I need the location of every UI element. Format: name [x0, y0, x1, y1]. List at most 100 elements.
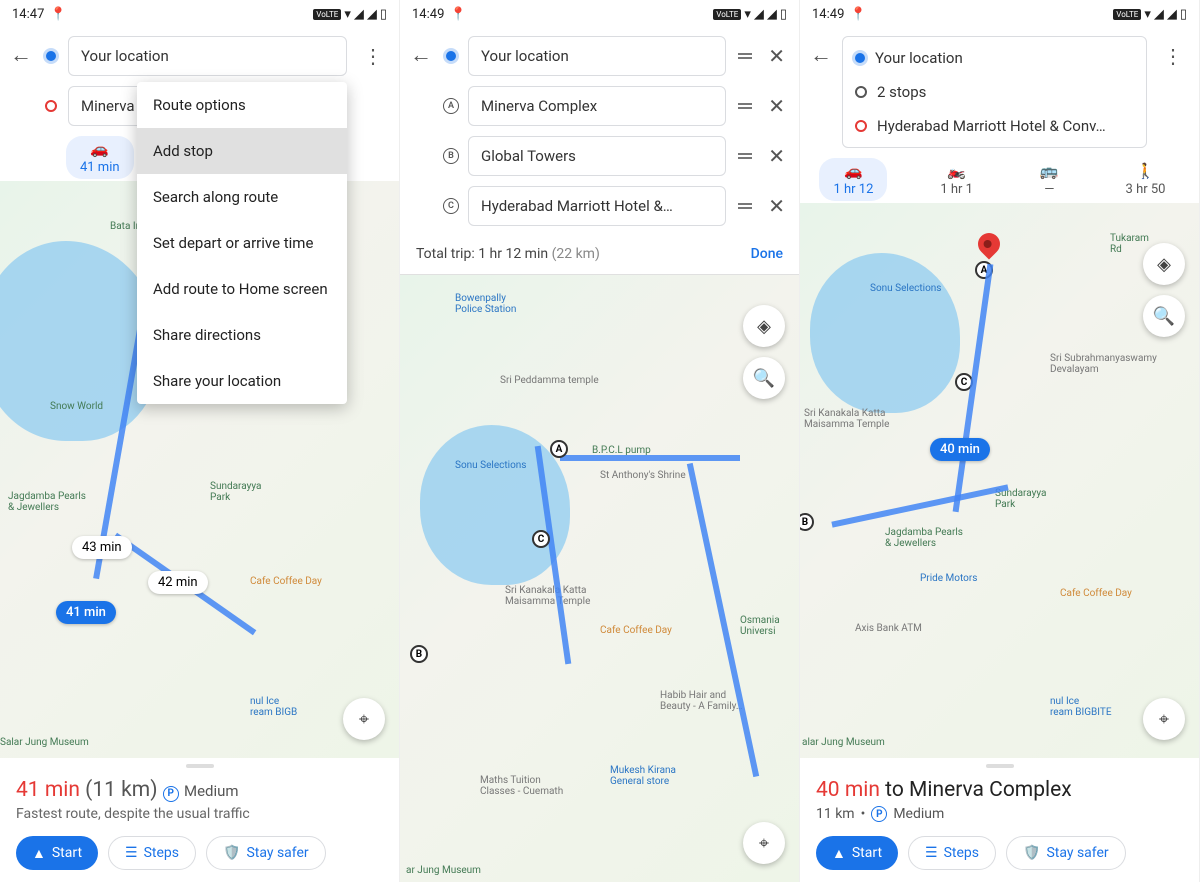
steps-label: Steps [944, 845, 979, 861]
poi-label: ar Jung Museum [406, 865, 481, 876]
route-time-bubble-selected[interactable]: 41 min [56, 601, 116, 624]
mode-car[interactable]: 🚗1 hr 12 [819, 158, 887, 201]
volte-badge: VoLTE [313, 9, 341, 20]
remove-stop-button[interactable]: ✕ [764, 44, 789, 68]
start-button[interactable]: ▲Start [16, 836, 98, 870]
list-icon: ☰ [925, 845, 938, 861]
poi-label: Salar Jung Museum [0, 737, 89, 748]
poi-label: Osmania Universi [740, 615, 780, 637]
reorder-handle[interactable] [734, 103, 756, 109]
route-summary-input[interactable]: Your location 2 stops Hyderabad Marriott… [842, 36, 1147, 148]
origin-dot-icon [446, 51, 456, 61]
menu-set-depart-arrive[interactable]: Set depart or arrive time [137, 220, 347, 266]
stop-c-input[interactable]: Hyderabad Marriott Hotel &… [468, 186, 726, 226]
back-button[interactable]: ← [410, 42, 432, 68]
mode-transit[interactable]: 🚌— [1026, 158, 1073, 201]
poi-label: Mukesh Kirana General store [610, 765, 676, 787]
sheet-handle[interactable] [986, 764, 1014, 768]
origin-input[interactable]: Your location [468, 36, 726, 76]
car-icon: 🚗 [844, 162, 863, 180]
mode-walk[interactable]: 🚶3 hr 50 [1112, 158, 1180, 201]
done-button[interactable]: Done [751, 246, 783, 262]
wifi-icon: ▾ [1144, 7, 1151, 22]
origin-input[interactable]: Your location [68, 36, 347, 76]
reorder-handle[interactable] [734, 203, 756, 209]
signal-icon: ◢ [354, 7, 364, 22]
shield-icon: 🛡️ [223, 845, 240, 861]
remove-stop-button[interactable]: ✕ [764, 194, 789, 218]
origin-dot-icon [46, 51, 56, 61]
location-icon: 📍 [50, 7, 66, 22]
route-sheet[interactable]: 40 min to Minerva Complex 11 km • P Medi… [800, 758, 1199, 882]
mode-motorcycle[interactable]: 🏍️1 hr 1 [926, 158, 987, 201]
steps-button[interactable]: ☰Steps [108, 836, 196, 870]
signal-icon-2: ◢ [767, 7, 777, 22]
steps-label: Steps [144, 845, 179, 861]
menu-share-location[interactable]: Share your location [137, 358, 347, 404]
map[interactable]: A C B Sonu Selections Tukaram Rd Sri Sub… [800, 203, 1199, 758]
poi-label: Snow World [50, 401, 103, 412]
destination-pin-icon [45, 100, 57, 112]
poi-label: Sri Peddamma temple [500, 375, 599, 386]
remove-stop-button[interactable]: ✕ [764, 94, 789, 118]
route-time-bubble[interactable]: 42 min [148, 571, 208, 594]
search-fab[interactable]: 🔍 [743, 357, 785, 399]
poi-label: alar Jung Museum [802, 737, 885, 748]
start-label: Start [52, 845, 82, 861]
origin-dot-icon [855, 53, 865, 63]
reorder-handle[interactable] [734, 53, 756, 59]
poi-label: Jagdamba Pearls & Jewellers [885, 527, 963, 549]
travel-mode-tabs: 🚗1 hr 12 🏍️1 hr 1 🚌— 🚶3 hr 50 [800, 156, 1199, 203]
remove-stop-button[interactable]: ✕ [764, 144, 789, 168]
back-button[interactable]: ← [810, 42, 832, 68]
poi-label: St Anthony's Shrine [600, 470, 686, 481]
location-icon: 📍 [450, 7, 466, 22]
steps-button[interactable]: ☰ Steps [908, 836, 996, 870]
menu-add-home-screen[interactable]: Add route to Home screen [137, 266, 347, 312]
mode-walk-time: 3 hr 50 [1126, 182, 1166, 197]
route-distance: (11 km) [85, 778, 157, 802]
back-button[interactable]: ← [10, 42, 32, 68]
sheet-handle[interactable] [186, 764, 214, 768]
route-actions: ▲Start ☰Steps 🛡️Stay safer [16, 836, 383, 870]
poi-label: Habib Hair and Beauty - A Family… [660, 690, 743, 712]
poi-label: Cafe Coffee Day [250, 576, 322, 587]
mode-transit-time: — [1044, 182, 1054, 197]
route-time-bubble-selected[interactable]: 40 min [930, 438, 990, 461]
mode-bike-time: 1 hr 1 [940, 182, 973, 197]
route-sheet[interactable]: 41 min (11 km) P Medium Fastest route, d… [0, 758, 399, 882]
my-location-fab[interactable]: ⌖ [743, 822, 785, 864]
menu-search-along-route[interactable]: Search along route [137, 174, 347, 220]
to-label: to [885, 778, 904, 802]
overflow-menu-button[interactable]: ⋮ [1157, 44, 1189, 68]
route-time-bubble[interactable]: 43 min [72, 536, 132, 559]
menu-route-options[interactable]: Route options [137, 82, 347, 128]
signal-icon-2: ◢ [1167, 7, 1177, 22]
map[interactable]: Bowenpally Police Station Sri Peddamma t… [400, 275, 799, 882]
signal-icon: ◢ [1154, 7, 1164, 22]
stay-safer-button[interactable]: 🛡️Stay safer [206, 836, 326, 870]
battery-icon: ▯ [780, 7, 787, 22]
stop-b-input[interactable]: Global Towers [468, 136, 726, 176]
my-location-fab[interactable]: ⌖ [343, 698, 385, 740]
poi-label: Jagdamba Pearls & Jewellers [8, 491, 86, 513]
map-stop-b: B [410, 645, 428, 663]
route-distance: 11 km [816, 806, 855, 822]
route-time: 40 min [816, 778, 880, 802]
poi-label: Bowenpally Police Station [455, 293, 516, 315]
navigate-icon: ▲ [832, 845, 846, 862]
my-location-fab[interactable]: ⌖ [1143, 698, 1185, 740]
stop-c-marker: C [443, 198, 459, 214]
start-button[interactable]: ▲Start [816, 836, 898, 870]
menu-share-directions[interactable]: Share directions [137, 312, 347, 358]
mode-car[interactable]: 🚗 41 min [66, 136, 134, 179]
layers-fab[interactable]: ◈ [743, 305, 785, 347]
stay-safer-button[interactable]: 🛡️Stay safer [1006, 836, 1126, 870]
overflow-menu-button[interactable]: ⋮ [357, 44, 389, 68]
menu-add-stop[interactable]: Add stop [137, 128, 347, 174]
search-fab[interactable]: 🔍 [1143, 295, 1185, 337]
map-stop-b: B [800, 513, 814, 531]
reorder-handle[interactable] [734, 153, 756, 159]
layers-fab[interactable]: ◈ [1143, 243, 1185, 285]
stop-a-input[interactable]: Minerva Complex [468, 86, 726, 126]
